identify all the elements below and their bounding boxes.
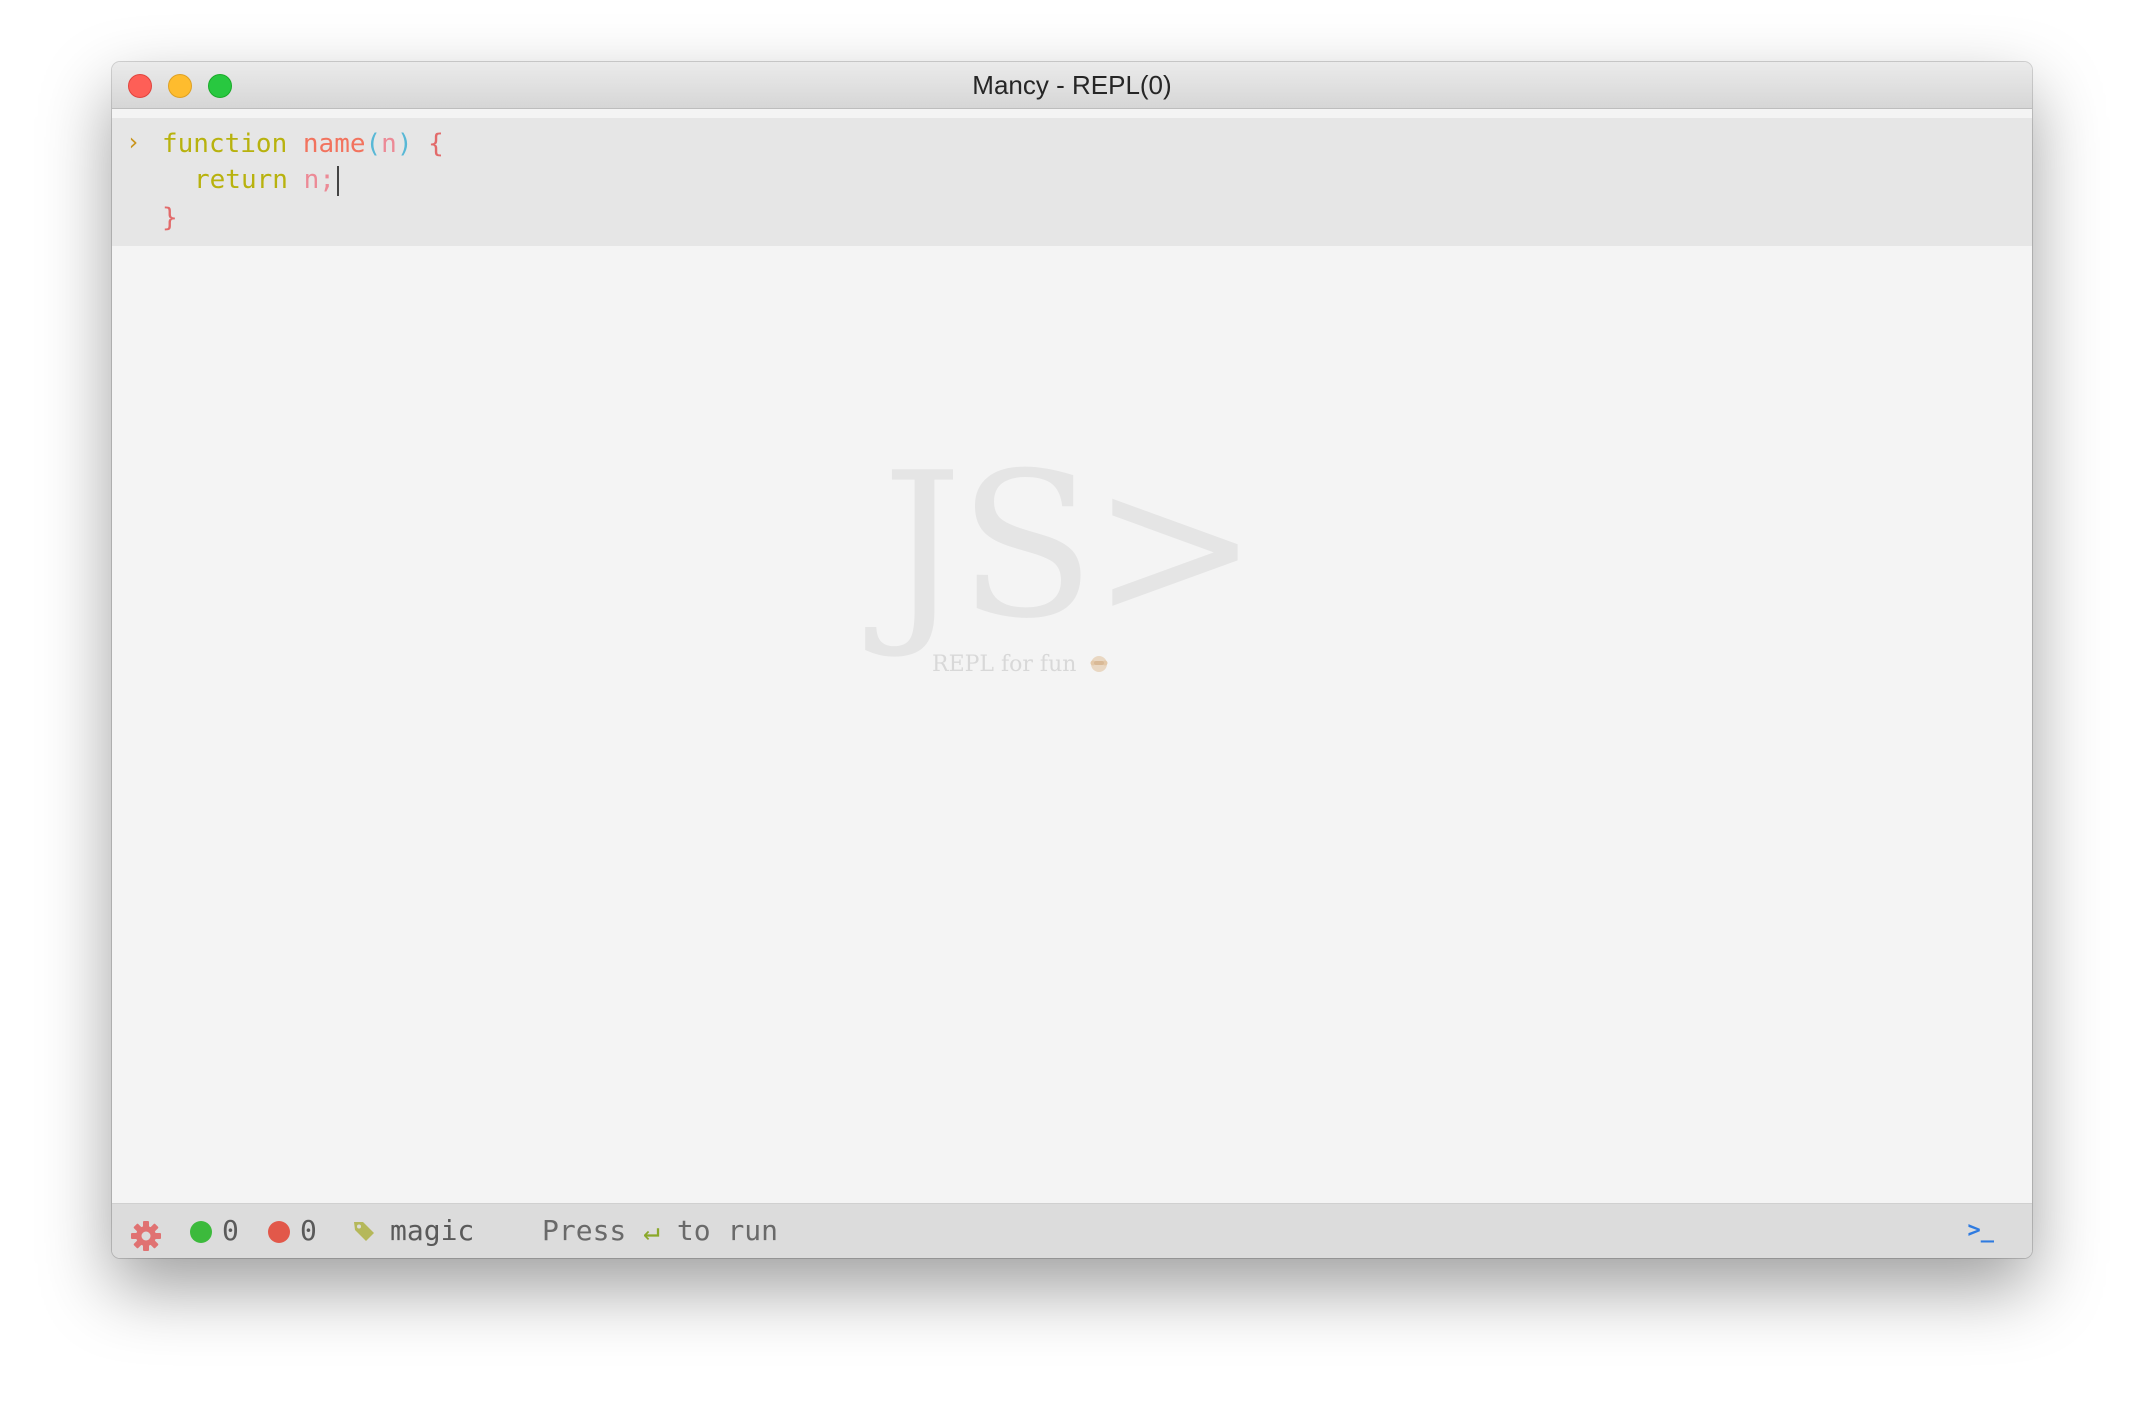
- settings-gear-icon[interactable]: [130, 1216, 162, 1251]
- watermark-logo: JS> REPL for fun: [882, 430, 1259, 678]
- paren-open: (: [365, 129, 382, 159]
- keyword: return: [194, 165, 288, 195]
- status-bar: 0 0 magic Press ↵ to run >_: [112, 1203, 2032, 1258]
- window-title: Mancy - REPL(0): [972, 70, 1172, 100]
- tagline-text: REPL for fun: [932, 652, 1077, 677]
- mode-tag[interactable]: magic: [352, 1204, 474, 1258]
- mode-label: magic: [390, 1214, 475, 1247]
- logo-text: JS>: [882, 430, 1259, 663]
- title-bar[interactable]: Mancy - REPL(0): [112, 62, 2032, 109]
- success-count-value: 0: [222, 1214, 239, 1247]
- logo-tagline: REPL for fun: [932, 652, 1109, 677]
- tag-icon: [352, 1207, 376, 1241]
- success-dot-icon: [190, 1221, 212, 1243]
- enter-key-icon: ↵: [643, 1214, 661, 1247]
- text-cursor: [336, 165, 339, 196]
- app-window: Mancy - REPL(0) › function name(n) { ret…: [112, 62, 2032, 1258]
- hint-suffix: to run: [676, 1214, 779, 1247]
- brace-close: }: [162, 203, 178, 233]
- success-count[interactable]: 0: [190, 1204, 239, 1258]
- hint-prefix: Press: [542, 1214, 627, 1247]
- code-line-2: return n;: [194, 162, 339, 198]
- function-name: name: [302, 129, 366, 159]
- brace-open: {: [428, 129, 444, 159]
- run-hint: Press ↵ to run: [542, 1204, 778, 1258]
- return-value: n;: [303, 165, 335, 195]
- paren-close: ): [396, 129, 413, 159]
- terminal-icon[interactable]: >_: [1968, 1204, 1995, 1258]
- error-dot-icon: [268, 1221, 290, 1243]
- code-line-1: function name(n) {: [162, 126, 444, 162]
- monkey-emoji-icon: [1089, 654, 1109, 672]
- error-count[interactable]: 0: [268, 1204, 317, 1258]
- code-editor[interactable]: › function name(n) { return n; }: [112, 118, 2032, 246]
- error-count-value: 0: [300, 1214, 317, 1247]
- prompt-chevron-icon: ›: [126, 128, 141, 156]
- keyword: function: [162, 129, 288, 159]
- code-line-3: }: [162, 200, 178, 236]
- param: n: [381, 129, 397, 159]
